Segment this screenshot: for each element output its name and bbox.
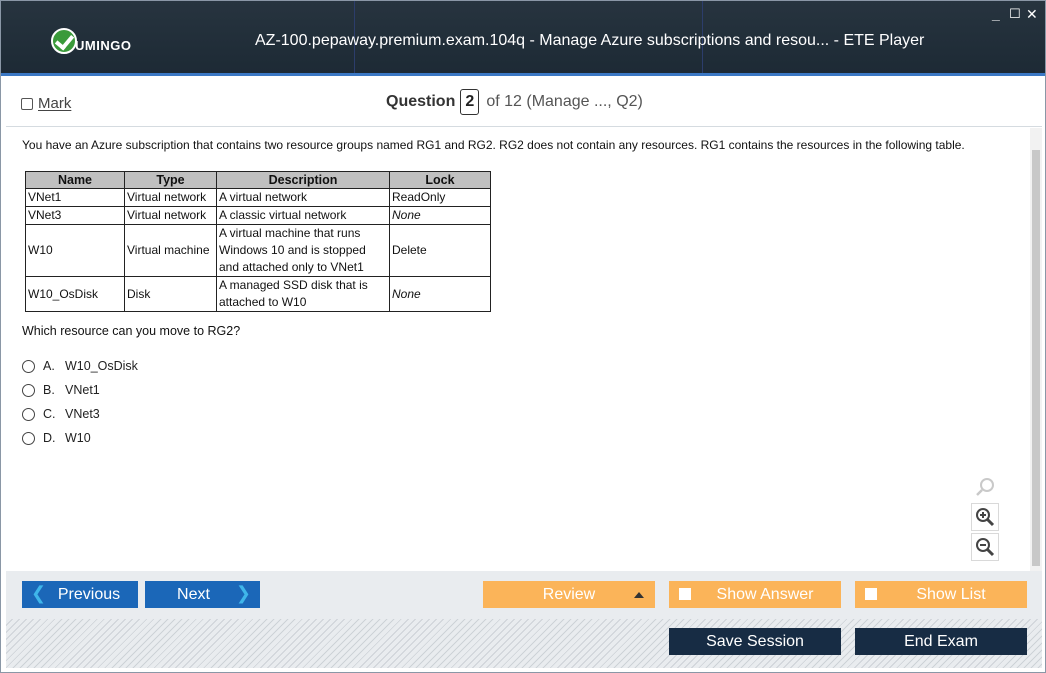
- option-letter: B.: [43, 383, 55, 397]
- question-prompt: Which resource can you move to RG2?: [22, 324, 241, 338]
- cell-description: A virtual machine that runs Windows 10 a…: [216, 224, 390, 277]
- next-label: Next: [177, 585, 210, 603]
- resources-table: Name Type Description Lock VNet1 Virtual…: [25, 171, 491, 312]
- minimize-button[interactable]: _: [992, 7, 1000, 21]
- answer-option-a[interactable]: A. W10_OsDisk: [22, 354, 1014, 378]
- close-button[interactable]: ✕: [1026, 7, 1038, 21]
- column-header-name: Name: [25, 171, 125, 189]
- cell-name: VNet3: [25, 206, 125, 225]
- cell-lock: None: [389, 276, 491, 312]
- review-label: Review: [542, 585, 596, 603]
- next-button[interactable]: Next ❯: [145, 581, 260, 608]
- question-intro: You have an Azure subscription that cont…: [22, 138, 965, 152]
- cell-type: Virtual network: [124, 206, 217, 225]
- mark-label: Mark: [38, 95, 72, 112]
- cell-lock: ReadOnly: [389, 188, 491, 207]
- question-navigator: Question 2 of 12 (Manage ..., Q2): [386, 89, 643, 115]
- answer-option-d[interactable]: D. W10: [22, 426, 1014, 450]
- footer-bar: ❮ Previous Next ❯ Review Show Answer Sho…: [6, 571, 1042, 668]
- radio-button[interactable]: [22, 383, 35, 397]
- cell-description: A classic virtual network: [216, 206, 390, 225]
- show-answer-button[interactable]: Show Answer: [669, 581, 841, 608]
- vertical-scrollbar[interactable]: [1030, 128, 1042, 571]
- previous-button[interactable]: ❮ Previous: [22, 581, 138, 608]
- answer-option-b[interactable]: B. VNet1: [22, 378, 1014, 402]
- window-title: AZ-100.pepaway.premium.exam.104q - Manag…: [255, 32, 925, 49]
- cell-type: Virtual network: [124, 188, 217, 207]
- save-session-button[interactable]: Save Session: [669, 628, 841, 655]
- check-logo-icon: [51, 28, 77, 54]
- table-row: VNet1 Virtual network A virtual network …: [25, 188, 491, 207]
- show-answer-label: Show Answer: [716, 585, 814, 603]
- cell-type: Disk: [124, 276, 217, 312]
- question-content: You have an Azure subscription that cont…: [6, 128, 1030, 571]
- maximize-button[interactable]: ☐: [1009, 7, 1021, 21]
- show-list-label: Show List: [916, 585, 986, 603]
- table-row: W10_OsDisk Disk A managed SSD disk that …: [25, 276, 491, 312]
- save-session-label: Save Session: [706, 632, 804, 650]
- zoom-tools: [971, 473, 1001, 563]
- cell-description: A managed SSD disk that is attached to W…: [216, 276, 390, 312]
- mark-checkbox-box[interactable]: [21, 97, 33, 110]
- caret-up-icon: [634, 592, 644, 598]
- option-text: W10: [65, 431, 91, 445]
- cell-name: W10: [25, 224, 125, 277]
- question-of-label: of 12 (Manage ..., Q2): [486, 93, 643, 110]
- table-row: VNet3 Virtual network A classic virtual …: [25, 206, 491, 225]
- column-header-lock: Lock: [389, 171, 491, 189]
- chevron-right-icon: ❯: [235, 583, 251, 603]
- answer-option-c[interactable]: C. VNet3: [22, 402, 1014, 426]
- brand-name: UMINGO: [75, 37, 132, 53]
- question-number-input[interactable]: 2: [460, 89, 480, 115]
- option-letter: C.: [43, 407, 56, 421]
- previous-label: Previous: [57, 585, 121, 603]
- zoom-in-icon[interactable]: [971, 503, 999, 531]
- title-bar: UMINGO AZ-100.pepaway.premium.exam.104q …: [1, 1, 1045, 76]
- column-header-type: Type: [124, 171, 217, 189]
- cell-description: A virtual network: [216, 188, 390, 207]
- scrollbar-thumb[interactable]: [1032, 150, 1040, 566]
- search-icon[interactable]: [971, 473, 999, 501]
- table-header-row: Name Type Description Lock: [25, 171, 491, 189]
- cell-name: W10_OsDisk: [25, 276, 125, 312]
- cell-name: VNet1: [25, 188, 125, 207]
- question-label: Question: [386, 93, 456, 110]
- cell-type: Virtual machine: [124, 224, 217, 277]
- cell-lock: None: [389, 206, 491, 225]
- chevron-left-icon: ❮: [31, 583, 47, 603]
- table-row: W10 Virtual machine A virtual machine th…: [25, 224, 491, 277]
- show-list-button[interactable]: Show List: [855, 581, 1027, 608]
- end-exam-button[interactable]: End Exam: [855, 628, 1027, 655]
- vumingo-logo: UMINGO: [51, 26, 131, 56]
- option-letter: D.: [43, 431, 56, 445]
- question-header: Mark Question 2 of 12 (Manage ..., Q2): [6, 79, 1042, 127]
- radio-button[interactable]: [22, 359, 35, 373]
- option-text: W10_OsDisk: [65, 359, 138, 373]
- mark-checkbox[interactable]: Mark: [21, 95, 71, 112]
- zoom-out-icon[interactable]: [971, 533, 999, 561]
- end-exam-label: End Exam: [904, 632, 978, 650]
- option-text: VNet1: [65, 383, 100, 397]
- radio-button[interactable]: [22, 431, 35, 445]
- checkbox-icon: [679, 588, 691, 600]
- app-window: UMINGO AZ-100.pepaway.premium.exam.104q …: [0, 0, 1046, 673]
- cell-lock: Delete: [389, 224, 491, 277]
- radio-button[interactable]: [22, 407, 35, 421]
- option-letter: A.: [43, 359, 55, 373]
- review-button[interactable]: Review: [483, 581, 655, 608]
- checkbox-icon: [865, 588, 877, 600]
- column-header-description: Description: [216, 171, 390, 189]
- option-text: VNet3: [65, 407, 100, 421]
- answer-options: A. W10_OsDisk B. VNet1 C. VNet3 D. W10: [22, 354, 1014, 450]
